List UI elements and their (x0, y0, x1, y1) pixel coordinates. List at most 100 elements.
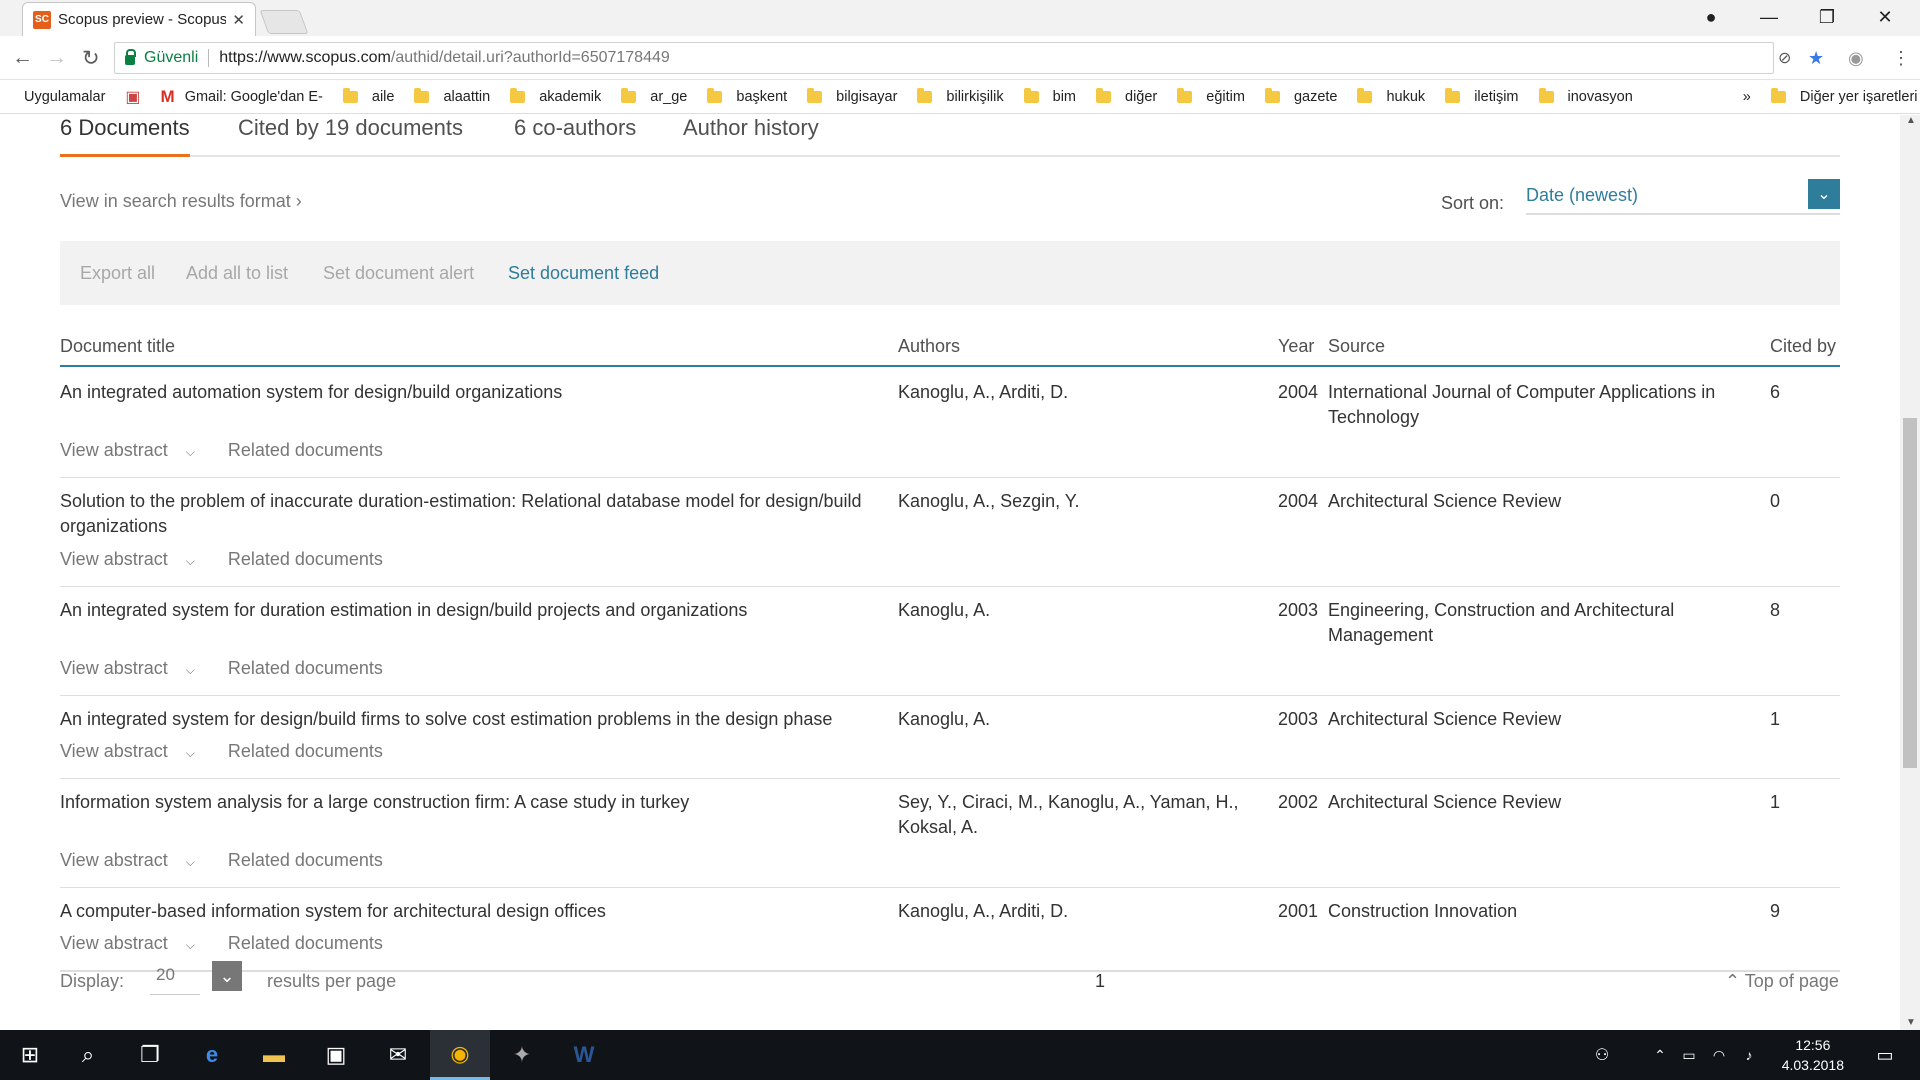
document-cited-by[interactable]: 0 (1770, 489, 1780, 514)
bookmark-gmail[interactable]: M Gmail: Google'dan E- (161, 87, 323, 107)
translate-icon[interactable]: ⊘ (1778, 48, 1791, 68)
chrome-icon[interactable]: ◉ (430, 1030, 490, 1080)
chevron-down-icon[interactable]: ⌄ (212, 961, 242, 991)
bookmark-apps[interactable]: Uygulamalar (24, 89, 105, 105)
chevron-down-icon[interactable]: ⌄ (1808, 179, 1840, 209)
export-all-button[interactable]: Export all (80, 263, 155, 284)
document-source[interactable]: Engineering, Construction and Architectu… (1328, 598, 1748, 648)
document-cited-by[interactable]: 9 (1770, 899, 1780, 924)
wifi-icon[interactable]: ◠ (1705, 1030, 1733, 1080)
store-icon[interactable]: ▣ (306, 1030, 366, 1080)
related-documents-link[interactable]: Related documents (228, 440, 383, 460)
view-abstract-link[interactable]: View abstract ⌵ (60, 549, 209, 569)
app-icon[interactable]: ✦ (492, 1030, 552, 1080)
tab-co-authors[interactable]: 6 co-authors (514, 115, 636, 157)
column-year[interactable]: Year (1278, 336, 1314, 357)
battery-icon[interactable]: ▭ (1675, 1030, 1703, 1080)
scroll-down-icon[interactable]: ▼ (1906, 1017, 1916, 1028)
document-cited-by[interactable]: 6 (1770, 380, 1780, 405)
column-source[interactable]: Source (1328, 336, 1385, 357)
back-icon[interactable]: ← (12, 46, 33, 70)
bookmark-folder[interactable]: alaattin (414, 87, 490, 105)
word-icon[interactable]: W (554, 1030, 614, 1080)
task-view-icon[interactable]: ❐ (120, 1030, 180, 1080)
related-documents-link[interactable]: Related documents (228, 850, 383, 870)
view-abstract-link[interactable]: View abstract ⌵ (60, 741, 209, 761)
column-authors[interactable]: Authors (898, 336, 960, 357)
forward-icon[interactable]: → (46, 46, 67, 70)
top-of-page-link[interactable]: ⌃ Top of page (1725, 971, 1839, 992)
document-title-link[interactable]: An integrated automation system for desi… (60, 380, 880, 405)
volume-icon[interactable]: ♪ (1735, 1030, 1763, 1080)
related-documents-link[interactable]: Related documents (228, 549, 383, 569)
tab-documents[interactable]: 6 Documents (60, 115, 190, 157)
display-count-select[interactable]: 20 (150, 965, 200, 995)
extension-icon[interactable]: ◉ (1848, 48, 1864, 69)
column-title[interactable]: Document title (60, 336, 175, 357)
minimize-button[interactable]: — (1740, 0, 1798, 34)
bookmarks-more-button[interactable]: » (1743, 89, 1751, 105)
scrollbar[interactable]: ▲ ▼ (1900, 115, 1920, 1030)
notifications-icon[interactable]: ▭ (1860, 1030, 1910, 1080)
document-authors[interactable]: Sey, Y., Ciraci, M., Kanoglu, A., Yaman,… (898, 790, 1258, 840)
bookmark-folder[interactable]: akademik (510, 87, 601, 105)
star-icon[interactable]: ★ (1808, 48, 1824, 69)
tab-cited-by[interactable]: Cited by 19 documents (238, 115, 463, 157)
document-authors[interactable]: Kanoglu, A. (898, 707, 1258, 732)
bookmark-folder[interactable]: bim (1023, 87, 1076, 105)
edge-icon[interactable]: e (182, 1030, 242, 1080)
chevron-up-icon[interactable]: ⌃ (1648, 1030, 1672, 1080)
related-documents-link[interactable]: Related documents (228, 933, 383, 953)
bookmark-folder[interactable]: eğitim (1177, 87, 1245, 105)
bookmark-item[interactable]: ▣ (125, 87, 140, 107)
bookmark-folder[interactable]: ar_ge (621, 87, 687, 105)
windows-start-icon[interactable]: ⊞ (0, 1030, 60, 1080)
related-documents-link[interactable]: Related documents (228, 741, 383, 761)
bookmark-other[interactable]: Diğer yer işaretleri (1770, 87, 1918, 105)
bookmark-folder[interactable]: gazete (1264, 87, 1337, 105)
bookmark-folder[interactable]: hukuk (1357, 87, 1425, 105)
view-abstract-link[interactable]: View abstract ⌵ (60, 658, 209, 678)
document-cited-by[interactable]: 1 (1770, 790, 1780, 815)
view-abstract-link[interactable]: View abstract ⌵ (60, 933, 209, 953)
set-document-alert-button[interactable]: Set document alert (323, 263, 474, 284)
document-title-link[interactable]: An integrated system for design/build fi… (60, 707, 880, 732)
document-source[interactable]: Architectural Science Review (1328, 489, 1748, 514)
document-authors[interactable]: Kanoglu, A., Sezgin, Y. (898, 489, 1258, 514)
document-title-link[interactable]: A computer-based information system for … (60, 899, 880, 924)
page-number[interactable]: 1 (1095, 971, 1105, 992)
bookmark-folder[interactable]: bilgisayar (807, 87, 897, 105)
add-all-to-list-button[interactable]: Add all to list (186, 263, 288, 284)
set-document-feed-button[interactable]: Set document feed (508, 263, 659, 284)
document-cited-by[interactable]: 8 (1770, 598, 1780, 623)
view-search-format-link[interactable]: View in search results format › (60, 191, 302, 212)
bookmark-folder[interactable]: iletişim (1445, 87, 1519, 105)
column-cited-by[interactable]: Cited by (1770, 336, 1836, 357)
bookmark-folder[interactable]: bilirkişilik (917, 87, 1004, 105)
close-window-button[interactable]: ✕ (1856, 0, 1914, 34)
profile-icon[interactable]: ● (1682, 0, 1740, 34)
clock[interactable]: 12:56 4.03.2018 (1782, 1035, 1844, 1075)
scroll-thumb[interactable] (1903, 418, 1917, 768)
people-icon[interactable]: ⚇ (1585, 1030, 1619, 1080)
related-documents-link[interactable]: Related documents (228, 658, 383, 678)
bookmark-folder[interactable]: aile (342, 87, 394, 105)
reload-icon[interactable]: ↻ (82, 46, 100, 71)
document-source[interactable]: Architectural Science Review (1328, 790, 1748, 815)
bookmark-folder[interactable]: başkent (707, 87, 787, 105)
menu-icon[interactable]: ⋮ (1892, 48, 1910, 69)
scroll-up-icon[interactable]: ▲ (1906, 115, 1916, 126)
sort-select[interactable]: Date (newest) ⌄ (1526, 177, 1840, 215)
document-cited-by[interactable]: 1 (1770, 707, 1780, 732)
document-authors[interactable]: Kanoglu, A., Arditi, D. (898, 899, 1258, 924)
tab-author-history[interactable]: Author history (683, 115, 819, 157)
document-title-link[interactable]: Solution to the problem of inaccurate du… (60, 489, 880, 539)
document-source[interactable]: International Journal of Computer Applic… (1328, 380, 1748, 430)
view-abstract-link[interactable]: View abstract ⌵ (60, 440, 209, 460)
view-abstract-link[interactable]: View abstract ⌵ (60, 850, 209, 870)
browser-tab[interactable]: SC Scopus preview - Scopus ✕ (22, 2, 256, 36)
document-source[interactable]: Construction Innovation (1328, 899, 1748, 924)
address-bar[interactable]: Güvenli https://www.scopus.com /authid/d… (114, 42, 1774, 74)
restore-button[interactable]: ❐ (1798, 0, 1856, 34)
file-explorer-icon[interactable]: ▬ (244, 1030, 304, 1080)
